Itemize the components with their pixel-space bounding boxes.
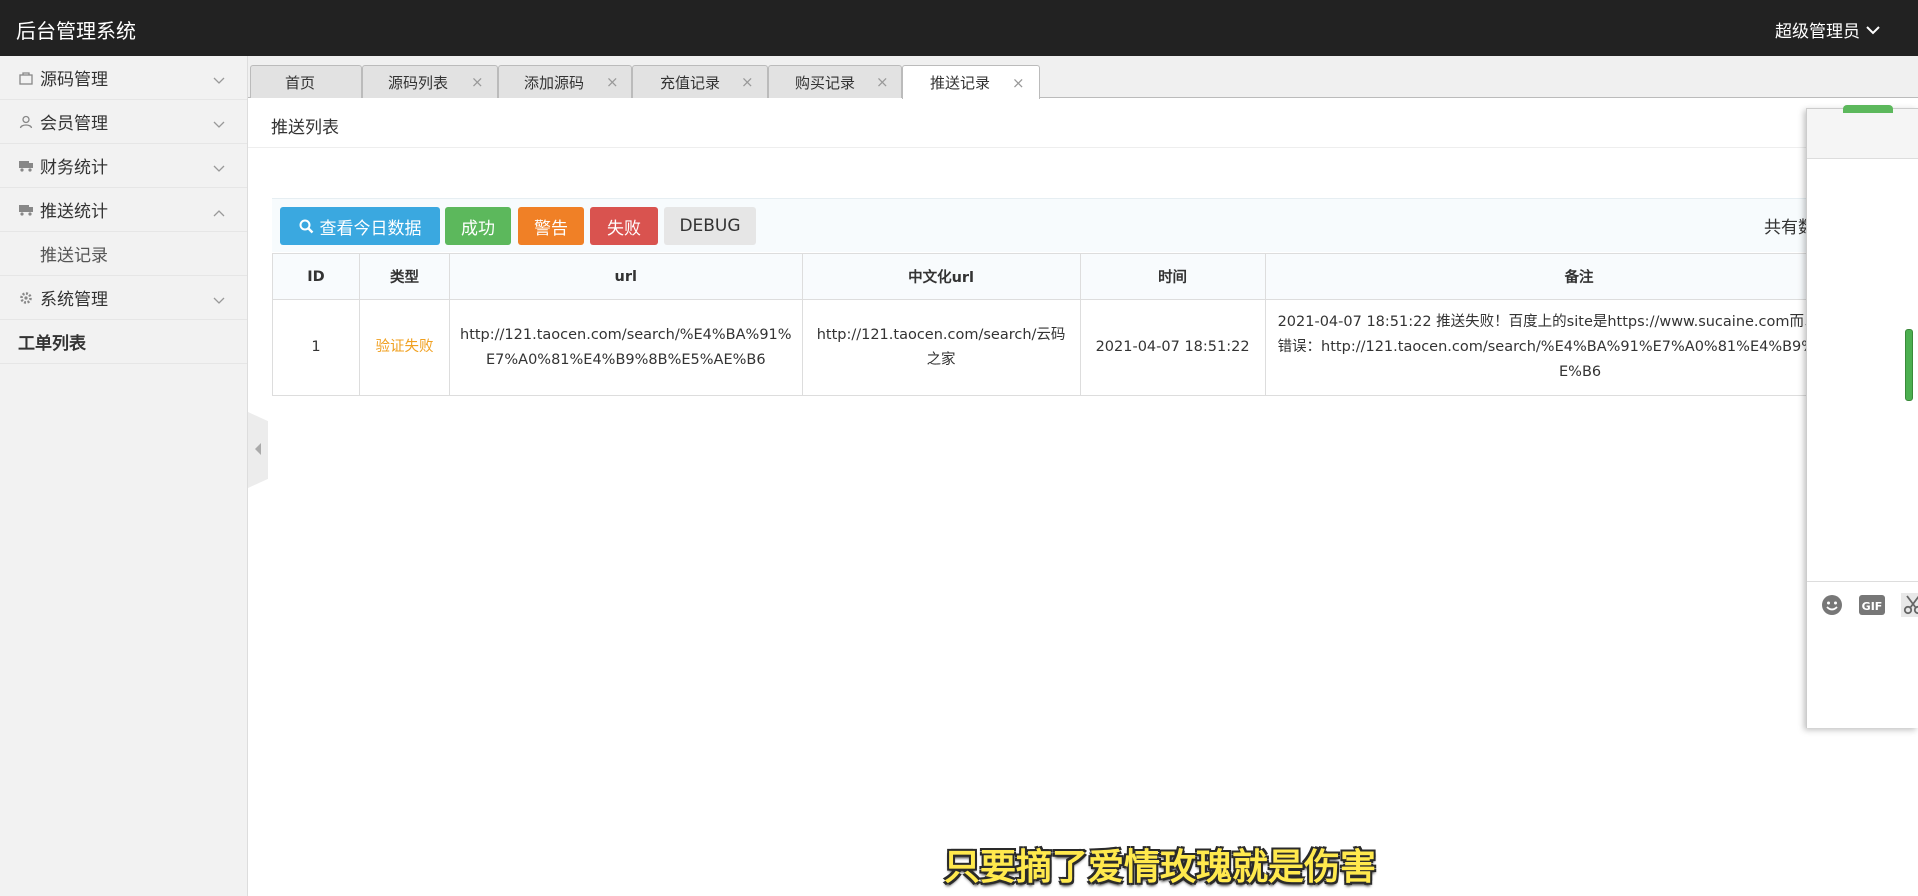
gear-icon [18,291,34,305]
sidebar-item-label: 财务统计 [40,158,108,178]
sidebar-item-tickets[interactable]: 工单列表 [0,320,247,364]
cell-type: 验证失败 [359,299,450,396]
sidebar-item-finance[interactable]: 财务统计 [0,144,247,188]
tab-push-records[interactable]: 推送记录 × [902,65,1040,99]
bag-icon [18,71,34,85]
chat-indicator [1843,105,1893,113]
sidebar-item-label: 推送统计 [40,202,108,222]
sidebar-item-source[interactable]: 源码管理 [0,56,247,100]
remark-line: E%B6 [1559,364,1602,380]
chat-scrollbar[interactable] [1905,329,1913,401]
tab-label: 源码列表 [388,73,449,92]
cell-time: 2021-04-07 18:51:22 [1079,299,1266,396]
cell-id: 1 [272,299,360,396]
chat-header [1807,109,1918,159]
cell-remark: 2021-04-07 18:51:22 推送失败！百度上的site是https:… [1264,299,1894,396]
tab-label: 充值记录 [660,73,721,92]
sidebar-item-label: 工单列表 [18,334,86,354]
close-icon[interactable]: × [1012,74,1025,92]
remark-line: 2021-04-07 18:51:22 推送失败！百度上的site是https:… [1277,314,1819,330]
sidebar-item-label: 系统管理 [40,290,108,310]
tab-home[interactable]: 首页 [250,65,362,98]
cn-url-line: http://121.taocen.com/search/云码 [816,326,1066,343]
close-icon[interactable]: × [606,73,619,91]
gif-icon[interactable]: GIF [1859,595,1885,619]
sidebar-item-push-stats[interactable]: 推送统计 [0,188,247,232]
video-subtitle: 只要摘了爱情玫瑰就是伤害 [943,847,1376,888]
column-header-id[interactable]: ID [272,253,360,300]
tab-bar: 首页 源码列表 × 添加源码 × 充值记录 × 购买记录 × 推送记录 × [248,56,1918,99]
close-icon[interactable]: × [741,73,754,91]
column-header-cn-url[interactable]: 中文化url [801,253,1081,300]
column-header-remark[interactable]: 备注 [1264,253,1894,300]
sidebar-item-label: 会员管理 [40,114,108,134]
push-records-table: ID 类型 url 中文化url 时间 备注 1 验证失败 http://121… [272,253,1894,396]
column-header-type[interactable]: 类型 [359,253,450,300]
chevron-down-icon [1866,20,1880,40]
user-icon [18,115,34,129]
page-title: 推送列表 [248,98,1918,148]
column-header-time[interactable]: 时间 [1079,253,1266,300]
url-line: E7%A0%81%E4%B9%8B%E5%AE%B6 [485,351,766,368]
fail-filter-button[interactable]: 失败 [590,207,658,245]
remark-line: 错误：http://121.taocen.com/search/%E4%BA%9… [1277,339,1816,355]
tab-label: 首页 [285,73,316,92]
tab-source-list[interactable]: 源码列表 × [362,65,498,98]
chat-panel: GIF [1806,105,1918,728]
user-name: 超级管理员 [1775,22,1860,42]
chevron-up-icon [213,202,225,222]
chevron-down-icon [213,290,225,310]
top-bar: 后台管理系统 超级管理员 [0,0,1918,56]
sidebar-item-members[interactable]: 会员管理 [0,100,247,144]
close-icon[interactable]: × [876,73,889,91]
url-line: http://121.taocen.com/search/%E4%BA%91% [460,326,792,343]
tab-label: 推送记录 [930,74,991,92]
view-today-label: 查看今日数据 [319,218,422,239]
truck-icon [18,203,34,217]
app-title: 后台管理系统 [16,19,136,43]
cell-cn-url: http://121.taocen.com/search/云码 之家 [801,299,1081,396]
tab-label: 添加源码 [524,73,585,92]
chevron-down-icon [213,114,225,134]
user-menu[interactable]: 超级管理员 [1775,17,1880,42]
warning-filter-button[interactable]: 警告 [518,207,584,245]
scissors-icon[interactable] [1901,593,1918,621]
column-header-url[interactable]: url [449,253,803,300]
cell-url: http://121.taocen.com/search/%E4%BA%91% … [449,299,803,396]
sidebar-collapse-handle[interactable] [248,412,268,488]
table-row[interactable]: 1 验证失败 http://121.taocen.com/search/%E4%… [272,299,1894,396]
cn-url-line: 之家 [926,351,956,368]
sidebar-item-label: 源码管理 [40,70,108,90]
tab-purchase-records[interactable]: 购买记录 × [768,65,902,98]
sidebar-item-system[interactable]: 系统管理 [0,276,247,320]
tab-recharge-records[interactable]: 充值记录 × [632,65,768,98]
tab-add-source[interactable]: 添加源码 × [498,65,632,98]
truck-icon [18,159,34,173]
view-today-button[interactable]: 查看今日数据 [280,207,440,245]
sidebar-subitem-push-records[interactable]: 推送记录 [0,232,247,276]
chevron-down-icon [213,70,225,90]
close-icon[interactable]: × [471,73,484,91]
chat-divider [1807,581,1918,582]
chat-toolbar: GIF [1821,593,1918,621]
search-icon [299,219,314,234]
caret-left-icon [254,441,262,460]
success-filter-button[interactable]: 成功 [445,207,511,245]
svg-text:GIF: GIF [1862,600,1883,613]
table-header-row: ID 类型 url 中文化url 时间 备注 [272,253,1894,300]
chevron-down-icon [213,158,225,178]
sidebar: 源码管理 会员管理 财务统计 推送统计 推送记录 系统管理 工单列表 [0,56,248,896]
toolbar: 查看今日数据 成功 警告 失败 DEBUG 共有数 [272,198,1918,252]
emoji-icon[interactable] [1821,594,1843,620]
debug-filter-button[interactable]: DEBUG [664,207,756,245]
tab-label: 购买记录 [795,73,856,92]
